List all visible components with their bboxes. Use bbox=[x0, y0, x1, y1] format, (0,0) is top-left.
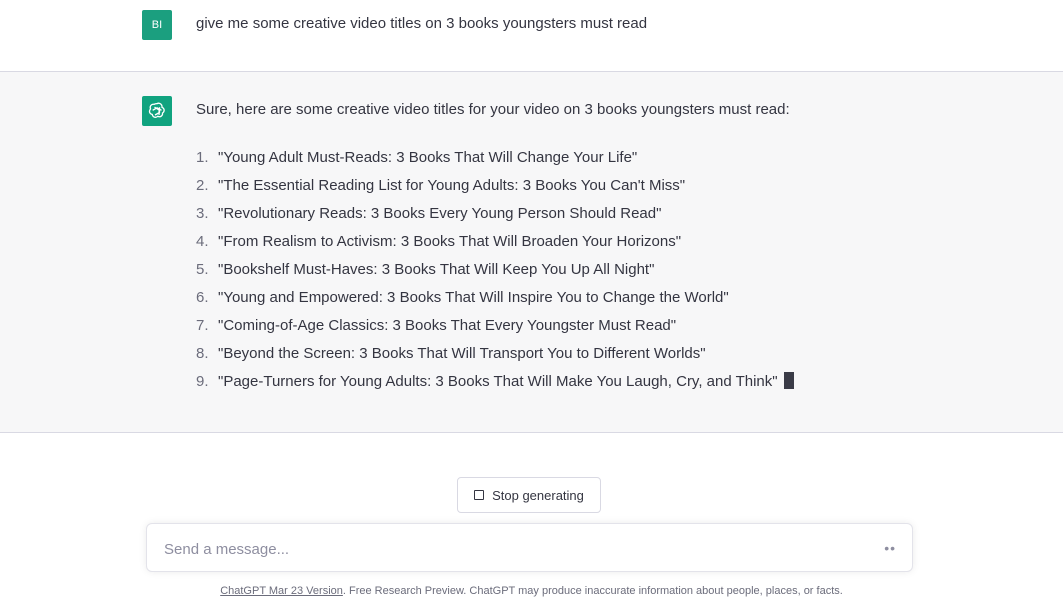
stop-generating-label: Stop generating bbox=[492, 487, 584, 503]
list-item-number: 7. bbox=[196, 317, 209, 334]
openai-logo-icon bbox=[142, 96, 172, 126]
list-item-number: 3. bbox=[196, 205, 209, 222]
footer-text: . Free Research Preview. ChatGPT may pro… bbox=[342, 585, 843, 597]
list-item-number: 5. bbox=[196, 261, 209, 278]
list-item: 8. "Beyond the Screen: 3 Books That Will … bbox=[196, 344, 794, 372]
list-item-number: 1. bbox=[196, 149, 209, 166]
list-item-text: "Bookshelf Must-Haves: 3 Books That Will… bbox=[218, 261, 655, 278]
list-item-number: 4. bbox=[196, 233, 209, 250]
list-item-number: 6. bbox=[196, 289, 209, 306]
list-item-text: "From Realism to Activism: 3 Books That … bbox=[218, 233, 682, 250]
message-input[interactable] bbox=[162, 536, 846, 562]
list-item-number: 2. bbox=[196, 177, 209, 194]
list-item-text: "Coming-of-Age Classics: 3 Books That Ev… bbox=[218, 317, 677, 334]
user-message-text: give me some creative video titles on 3 … bbox=[196, 15, 648, 32]
stop-generating-button[interactable]: Stop generating bbox=[457, 477, 601, 513]
list-item: 5. "Bookshelf Must-Haves: 3 Books That Wi… bbox=[196, 260, 794, 288]
footer-disclaimer: ChatGPT Mar 23 Version. Free Research Pr… bbox=[0, 585, 1063, 597]
list-item: 2. "The Essential Reading List for Young … bbox=[196, 176, 794, 204]
list-item-text: "Young and Empowered: 3 Books That Will … bbox=[218, 289, 729, 306]
list-item-number: 9. bbox=[196, 373, 209, 390]
list-item-text: "Young Adult Must-Reads: 3 Books That Wi… bbox=[218, 149, 638, 166]
list-item-text: "Revolutionary Reads: 3 Books Every Youn… bbox=[218, 205, 662, 222]
list-item-text: "The Essential Reading List for Young Ad… bbox=[218, 177, 686, 194]
typing-cursor bbox=[783, 372, 794, 389]
user-message-row: BI give me some creative video titles on… bbox=[0, 0, 1063, 72]
stop-icon bbox=[474, 490, 485, 500]
assistant-message-row: Sure, here are some creative video title… bbox=[0, 72, 1063, 433]
video-titles-list: 1. "Young Adult Must-Reads: 3 Books That … bbox=[196, 148, 794, 400]
list-item: 1. "Young Adult Must-Reads: 3 Books That … bbox=[196, 148, 794, 176]
list-item: 4. "From Realism to Activism: 3 Books Tha… bbox=[196, 232, 794, 260]
list-item: 9. "Page-Turners for Young Adults: 3 Book… bbox=[196, 372, 794, 400]
list-item: 6. "Young and Empowered: 3 Books That Wil… bbox=[196, 288, 794, 316]
chat-page: BI give me some creative video titles on… bbox=[0, 0, 1063, 608]
list-item-text: "Page-Turners for Young Adults: 3 Books … bbox=[218, 373, 778, 390]
user-avatar: BI bbox=[142, 10, 172, 40]
assistant-intro-text: Sure, here are some creative video title… bbox=[196, 101, 790, 118]
list-item-number: 8. bbox=[196, 345, 209, 362]
loading-dots-icon[interactable]: •• bbox=[884, 541, 896, 555]
list-item-text: "Beyond the Screen: 3 Books That Will Tr… bbox=[218, 345, 706, 362]
version-link[interactable]: ChatGPT Mar 23 Version bbox=[220, 585, 343, 597]
list-item: 3. "Revolutionary Reads: 3 Books Every Yo… bbox=[196, 204, 794, 232]
message-composer: •• bbox=[146, 523, 913, 572]
list-item: 7. "Coming-of-Age Classics: 3 Books That … bbox=[196, 316, 794, 344]
